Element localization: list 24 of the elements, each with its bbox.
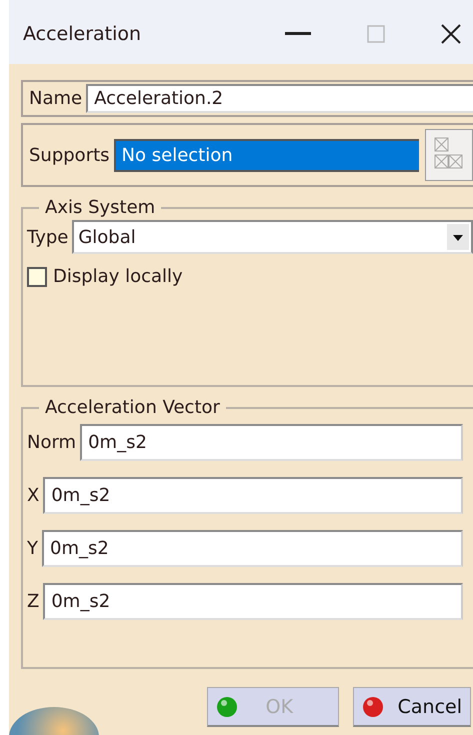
ok-ball-icon	[216, 696, 238, 718]
component-label: Norm	[27, 432, 76, 453]
close-icon[interactable]	[441, 24, 461, 44]
supports-label: Supports	[28, 144, 111, 166]
supports-field[interactable]: No selection	[114, 138, 419, 172]
type-label: Type	[27, 226, 68, 248]
acceleration-vector-heading: Acceleration Vector	[44, 397, 221, 418]
minimize-icon[interactable]	[285, 32, 311, 36]
display-locally-checkbox[interactable]	[27, 266, 47, 286]
component-label: Z	[27, 591, 40, 612]
cancel-ball-icon	[362, 696, 384, 718]
window-title: Acceleration	[23, 23, 142, 45]
name-label: Name	[28, 88, 84, 109]
type-dropdown[interactable]: Global	[72, 220, 473, 254]
value-field[interactable]: 0m_s2	[43, 583, 463, 620]
axis-system-heading: Axis System	[44, 197, 156, 218]
component-label: Y	[27, 538, 38, 559]
display-locally-label: Display locally	[53, 266, 183, 287]
value-field[interactable]: 0m_s2	[43, 477, 463, 514]
component-label: X	[27, 485, 40, 506]
value-field[interactable]: 0m_s2	[42, 530, 463, 567]
name-field[interactable]: Acceleration.2	[86, 84, 473, 113]
cancel-button[interactable]: Cancel	[352, 687, 471, 727]
value-field[interactable]: 0m_s2	[80, 424, 463, 461]
